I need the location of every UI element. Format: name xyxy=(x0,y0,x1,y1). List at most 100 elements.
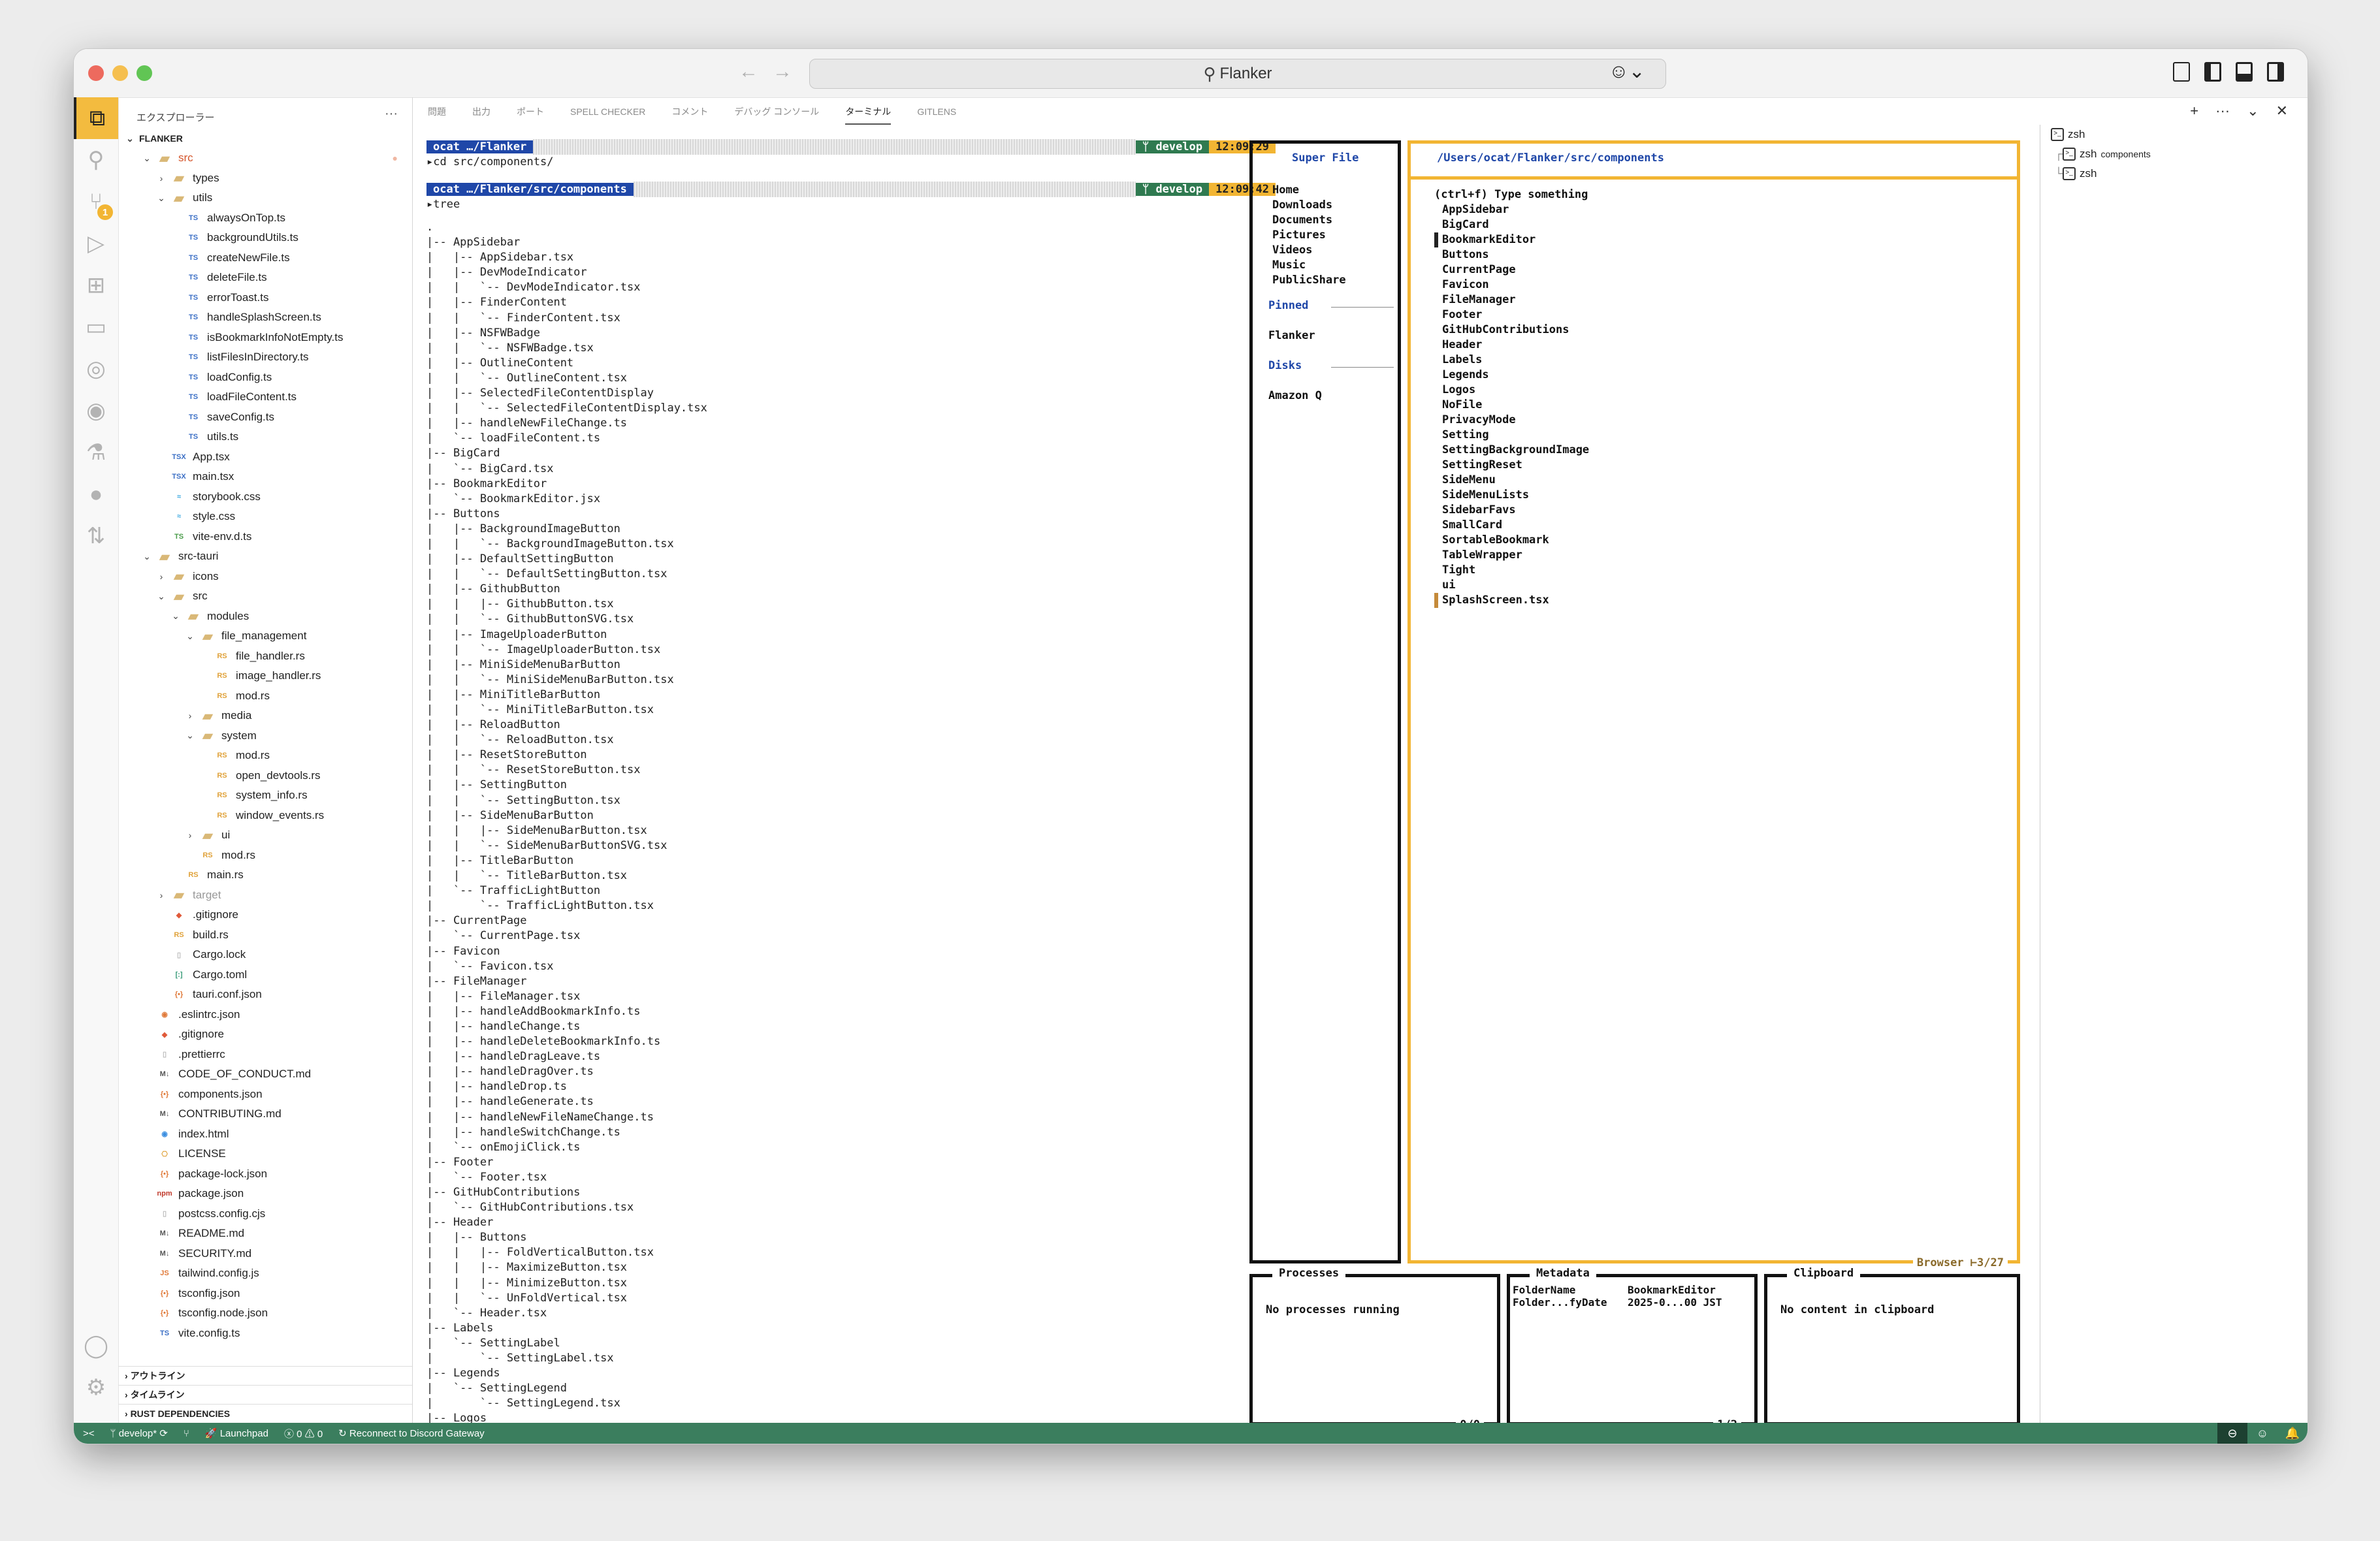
tree-item[interactable]: ▯ .prettierrc xyxy=(118,1045,412,1065)
file-list-item[interactable]: BigCard xyxy=(1442,217,1589,232)
tree-item[interactable]: TS handleSplashScreen.ts xyxy=(118,308,412,328)
tree-item[interactable]: TSX main.tsx xyxy=(118,467,412,487)
toggle-primary-sidebar-icon[interactable] xyxy=(2204,62,2221,82)
file-list-item[interactable]: Buttons xyxy=(1442,247,1589,262)
zoom-out-icon[interactable]: ⊖ xyxy=(2217,1423,2247,1444)
maximize-panel-button[interactable]: ⌄ xyxy=(2247,103,2259,119)
tree-item[interactable]: M↓ CONTRIBUTING.md xyxy=(118,1104,412,1124)
tree-item[interactable]: ⌄ ▰ file_management xyxy=(118,626,412,646)
tree-item[interactable]: ◆ .gitignore xyxy=(118,1025,412,1045)
toggle-panel-icon[interactable] xyxy=(2236,62,2253,82)
workspace-root[interactable]: ⌄ FLANKER xyxy=(125,129,183,149)
toggle-secondary-sidebar-icon[interactable] xyxy=(2267,62,2284,82)
file-list-item[interactable]: Footer xyxy=(1442,308,1589,323)
discord-status[interactable]: ↻ Reconnect to Discord Gateway xyxy=(338,1427,485,1439)
tree-item[interactable]: ▯ postcss.config.cjs xyxy=(118,1204,412,1224)
more-actions-icon[interactable]: ··· xyxy=(385,106,398,121)
tree-item[interactable]: › ▰ ui xyxy=(118,825,412,846)
tree-item[interactable]: TS errorToast.ts xyxy=(118,288,412,308)
command-center-search[interactable]: ⚲ Flanker xyxy=(809,59,1666,89)
tree-item[interactable]: RS image_handler.rs xyxy=(118,666,412,686)
tree-item[interactable]: M↓ CODE_OF_CONDUCT.md xyxy=(118,1064,412,1085)
tree-item[interactable]: RS main.rs xyxy=(118,865,412,885)
file-list-item[interactable]: GitHubContributions xyxy=(1442,323,1589,338)
terminal-list-item[interactable]: >_ zsh xyxy=(2040,125,2308,144)
file-list-item[interactable]: SideMenu xyxy=(1442,473,1589,488)
minimize-window-button[interactable] xyxy=(112,65,128,81)
file-list-item[interactable]: SplashScreen.tsx xyxy=(1434,593,1589,608)
new-terminal-button[interactable]: + xyxy=(2190,103,2198,119)
extensions-icon[interactable]: ⊞ xyxy=(74,264,118,306)
tree-item[interactable]: RS build.rs xyxy=(118,925,412,945)
file-list-item[interactable]: CurrentPage xyxy=(1442,262,1589,278)
tree-item[interactable]: M↓ SECURITY.md xyxy=(118,1244,412,1264)
tree-item[interactable]: ⌄ ▰ src ● xyxy=(118,148,412,168)
pull-request-icon[interactable]: ⇅ xyxy=(74,515,118,557)
file-list-item[interactable]: Setting xyxy=(1442,428,1589,443)
panel-tab[interactable]: 問題 xyxy=(428,99,446,125)
well-known-dir[interactable]: Downloads xyxy=(1272,198,1346,213)
tree-item[interactable]: M↓ README.md xyxy=(118,1224,412,1244)
panel-tab[interactable]: デバッグ コンソール xyxy=(734,99,819,125)
tree-item[interactable]: {•} components.json xyxy=(118,1085,412,1105)
well-known-dir[interactable]: Videos xyxy=(1272,243,1346,258)
tree-item[interactable]: TS isBookmarkInfoNotEmpty.ts xyxy=(118,328,412,348)
tree-item[interactable]: ≈ style.css xyxy=(118,507,412,527)
superfile-tui[interactable]: Super File Home Downloads Documents Picture… xyxy=(1242,140,2091,1431)
file-list-item[interactable]: SmallCard xyxy=(1442,518,1589,533)
close-window-button[interactable] xyxy=(88,65,104,81)
tree-item[interactable]: ≈ storybook.css xyxy=(118,487,412,507)
well-known-dir[interactable]: Pictures xyxy=(1272,228,1346,243)
tree-item[interactable]: {•} package-lock.json xyxy=(118,1164,412,1184)
branch-status[interactable]: ᛘ develop* ⟳ xyxy=(110,1427,168,1439)
tree-item[interactable]: TS createNewFile.ts xyxy=(118,248,412,268)
tree-item[interactable]: [:] Cargo.toml xyxy=(118,965,412,985)
arrow-right-icon[interactable]: → xyxy=(773,61,792,83)
tree-item[interactable]: RS system_info.rs xyxy=(118,786,412,806)
tree-item[interactable]: JS tailwind.config.js xyxy=(118,1263,412,1284)
panel-tab[interactable]: ターミナル xyxy=(845,99,892,125)
arrow-left-icon[interactable]: ← xyxy=(739,61,758,83)
well-known-dir[interactable]: Documents xyxy=(1272,213,1346,228)
remote-indicator[interactable]: >< xyxy=(83,1428,95,1439)
file-list-item[interactable]: Tight xyxy=(1442,563,1589,578)
file-list-item[interactable]: TableWrapper xyxy=(1442,548,1589,563)
git-graph-icon[interactable]: ◎ xyxy=(74,348,118,390)
file-list-item[interactable]: PrivacyMode xyxy=(1442,413,1589,428)
zoom-window-button[interactable] xyxy=(137,65,152,81)
bell-icon[interactable]: 🔔 xyxy=(2277,1423,2308,1444)
panel-tab[interactable]: ポート xyxy=(517,99,544,125)
file-search-input[interactable]: (ctrl+f) Type something xyxy=(1434,188,1588,201)
tree-item[interactable]: TS loadFileContent.ts xyxy=(118,387,412,407)
tree-item[interactable]: › ▰ target xyxy=(118,885,412,906)
file-list-item[interactable]: SideMenuLists xyxy=(1442,488,1589,503)
tree-item[interactable]: RS file_handler.rs xyxy=(118,646,412,667)
well-known-dir[interactable]: PublicShare xyxy=(1272,273,1346,288)
tree-item[interactable]: ◉ index.html xyxy=(118,1124,412,1145)
panel-tab[interactable]: 出力 xyxy=(472,99,490,125)
tree-item[interactable]: TSX App.tsx xyxy=(118,447,412,468)
file-list-item[interactable]: Labels xyxy=(1442,353,1589,368)
panel-tab[interactable]: SPELL CHECKER xyxy=(570,100,645,123)
git-graph-status-icon[interactable]: ⑂ xyxy=(184,1428,189,1439)
tree-item[interactable]: RS mod.rs xyxy=(118,846,412,866)
section-outline[interactable]: › アウトライン xyxy=(118,1366,412,1385)
tree-item[interactable]: ⎔ LICENSE xyxy=(118,1144,412,1164)
terminal-output[interactable]: ocat …/Flanker ᛘ develop 12:09:29 ▸cd sr… xyxy=(426,133,1276,1423)
launchpad-status[interactable]: 🚀 Launchpad xyxy=(205,1427,268,1439)
git-lens-icon[interactable]: ◉ xyxy=(74,390,118,432)
source-control-icon[interactable]: ⑂ 1 xyxy=(74,181,118,223)
testing-icon[interactable]: ⚗ xyxy=(74,432,118,473)
explorer-icon[interactable]: ⧉ xyxy=(74,97,118,139)
tree-item[interactable]: TS utils.ts xyxy=(118,427,412,447)
tree-item[interactable]: TS backgroundUtils.ts xyxy=(118,228,412,248)
tree-item[interactable]: › ▰ types xyxy=(118,168,412,189)
problems-status[interactable]: ⓧ 0 ⚠ 0 xyxy=(284,1427,323,1440)
file-list-item[interactable]: ui xyxy=(1442,578,1589,593)
tree-item[interactable]: TS loadConfig.ts xyxy=(118,368,412,388)
tree-item[interactable]: ◉ .eslintrc.json xyxy=(118,1005,412,1025)
tree-item[interactable]: ▯ Cargo.lock xyxy=(118,945,412,965)
terminal-list-item[interactable]: └ >_ zsh xyxy=(2040,164,2308,183)
tree-item[interactable]: ⌄ ▰ src-tauri xyxy=(118,547,412,567)
file-list-item[interactable]: AppSidebar xyxy=(1442,202,1589,217)
